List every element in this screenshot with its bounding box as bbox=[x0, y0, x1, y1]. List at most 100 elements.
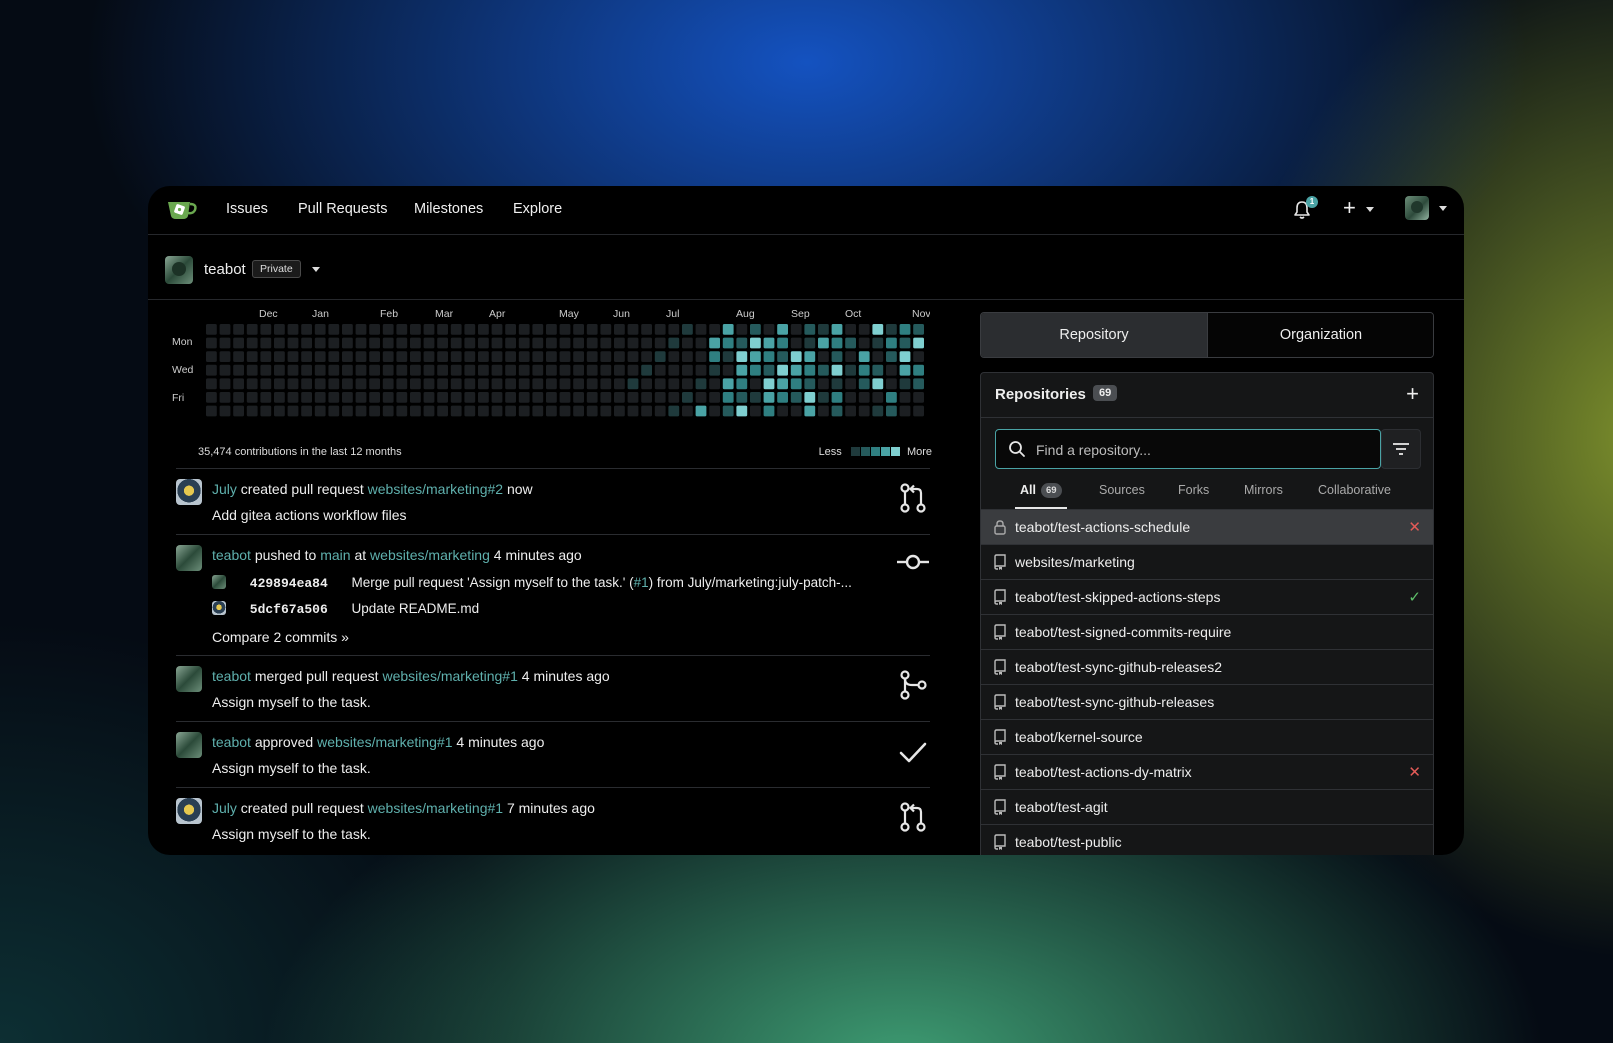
commit-sha-link[interactable]: 429894ea84 bbox=[250, 576, 328, 591]
commit-sha-link[interactable]: 5dcf67a506 bbox=[250, 602, 328, 617]
filter-tab-all[interactable]: All 69 bbox=[1020, 483, 1062, 498]
nav-milestones[interactable]: Milestones bbox=[414, 201, 483, 217]
target-link[interactable]: websites/marketing#1 bbox=[368, 800, 503, 816]
heatmap-cell bbox=[423, 351, 435, 362]
repo-item[interactable]: teabot/test-actions-schedule ✕ bbox=[981, 509, 1433, 544]
action-text: merged pull request bbox=[254, 668, 379, 684]
repo-item[interactable]: teabot/test-signed-commits-require bbox=[981, 614, 1433, 649]
heatmap-cell bbox=[532, 392, 544, 403]
commit-row: 5dcf67a506 Update README.md bbox=[212, 601, 479, 617]
filter-tab-mirrors[interactable]: Mirrors bbox=[1244, 483, 1283, 497]
heatmap-cell bbox=[804, 405, 816, 417]
heatmap-cell bbox=[804, 364, 816, 376]
avatar[interactable] bbox=[176, 545, 202, 571]
heatmap-cell bbox=[287, 324, 299, 335]
target-link[interactable]: websites/marketing#1 bbox=[317, 734, 452, 750]
heatmap-cell bbox=[546, 364, 557, 376]
chevron-down-icon[interactable] bbox=[312, 267, 320, 272]
repo-item[interactable]: teabot/test-sync-github-releases2 bbox=[981, 649, 1433, 684]
heatmap-cell bbox=[886, 405, 897, 417]
repo-icon bbox=[994, 729, 1006, 745]
month-label: May bbox=[559, 308, 579, 320]
heatmap-cell bbox=[668, 378, 680, 390]
heatmap-cell bbox=[722, 378, 734, 390]
avatar[interactable] bbox=[176, 798, 202, 824]
user-menu-button[interactable] bbox=[1405, 196, 1449, 224]
heatmap-cell bbox=[858, 337, 870, 349]
private-badge: Private bbox=[252, 260, 301, 278]
heatmap-cell bbox=[478, 378, 489, 390]
avatar[interactable] bbox=[176, 479, 202, 505]
repo-item[interactable]: teabot/kernel-source bbox=[981, 719, 1433, 754]
search-input[interactable] bbox=[1034, 438, 1368, 462]
heatmap-cell bbox=[627, 364, 639, 376]
target-link[interactable]: websites/marketing#1 bbox=[382, 668, 517, 684]
target-link[interactable]: websites/marketing bbox=[370, 547, 490, 563]
pr-ref-link[interactable]: #1 bbox=[634, 575, 649, 590]
heatmap-cell bbox=[886, 324, 897, 335]
feed-detail-link[interactable]: Assign myself to the task. bbox=[212, 760, 371, 776]
nav-issues[interactable]: Issues bbox=[226, 201, 268, 217]
action-text: created pull request bbox=[240, 800, 364, 816]
actor-link[interactable]: teabot bbox=[212, 734, 251, 750]
heatmap-cell bbox=[233, 324, 244, 335]
timestamp: 4 minutes ago bbox=[521, 668, 610, 684]
avatar[interactable] bbox=[176, 732, 202, 758]
branch-link[interactable]: main bbox=[320, 547, 350, 563]
actor-link[interactable]: July bbox=[212, 481, 237, 497]
create-menu-button[interactable]: + bbox=[1343, 196, 1379, 224]
nav-explore[interactable]: Explore bbox=[513, 201, 562, 217]
heatmap-cell bbox=[763, 364, 775, 376]
heatmap-cell bbox=[804, 324, 816, 335]
heatmap-cell bbox=[872, 364, 884, 376]
heatmap-cell bbox=[355, 337, 367, 349]
target-link[interactable]: websites/marketing#2 bbox=[368, 481, 503, 497]
heatmap-cell bbox=[396, 378, 408, 390]
heatmap-cell bbox=[695, 378, 707, 390]
heatmap-cell bbox=[274, 405, 285, 417]
filter-tab-collaborative[interactable]: Collaborative bbox=[1318, 483, 1391, 497]
filter-tab-sources[interactable]: Sources bbox=[1099, 483, 1145, 497]
filter-button[interactable] bbox=[1381, 429, 1421, 469]
heatmap-cell bbox=[872, 405, 884, 417]
heatmap-cell bbox=[342, 405, 353, 417]
heatmap-cell bbox=[369, 351, 380, 362]
heatmap-cell bbox=[654, 378, 666, 390]
heatmap-cell bbox=[546, 405, 557, 417]
gitea-logo-icon[interactable] bbox=[166, 196, 198, 222]
notifications-button[interactable]: 1 bbox=[1291, 196, 1319, 224]
actor-link[interactable]: July bbox=[212, 800, 237, 816]
repo-item[interactable]: teabot/test-skipped-actions-steps ✓ bbox=[981, 579, 1433, 614]
heatmap-cell bbox=[274, 364, 285, 376]
add-repository-button[interactable]: + bbox=[1406, 381, 1419, 407]
heatmap-cell bbox=[328, 364, 340, 376]
repo-item[interactable]: websites/marketing bbox=[981, 544, 1433, 579]
heatmap-cell bbox=[423, 405, 435, 417]
nav-pull-requests[interactable]: Pull Requests bbox=[298, 201, 387, 217]
tab-repository[interactable]: Repository bbox=[981, 313, 1207, 357]
actor-link[interactable]: teabot bbox=[212, 668, 251, 684]
compare-commits-link[interactable]: Compare 2 commits » bbox=[212, 629, 349, 645]
heatmap-cell bbox=[899, 378, 911, 390]
heatmap-cell bbox=[260, 405, 272, 417]
heatmap-cell bbox=[437, 405, 448, 417]
heatmap-cell bbox=[260, 351, 272, 362]
actor-link[interactable]: teabot bbox=[212, 547, 251, 563]
repo-item[interactable]: teabot/test-actions-dy-matrix ✕ bbox=[981, 754, 1433, 789]
tab-organization[interactable]: Organization bbox=[1207, 313, 1433, 357]
heatmap-cell bbox=[573, 324, 584, 335]
heatmap-cell bbox=[790, 405, 802, 417]
repo-name: teabot/kernel-source bbox=[1015, 729, 1143, 745]
repo-item[interactable]: teabot/test-agit bbox=[981, 789, 1433, 824]
heatmap-cell bbox=[845, 392, 856, 403]
repo-item[interactable]: teabot/test-sync-github-releases bbox=[981, 684, 1433, 719]
repo-icon bbox=[994, 624, 1006, 640]
heatmap-cell bbox=[722, 324, 734, 335]
avatar[interactable] bbox=[176, 666, 202, 692]
avatar bbox=[1405, 196, 1429, 220]
repository-filter-tabs: All 69 Sources Forks Mirrors Collaborativ… bbox=[981, 477, 1433, 507]
filter-tab-forks[interactable]: Forks bbox=[1178, 483, 1209, 497]
repo-item[interactable]: teabot/test-public bbox=[981, 824, 1433, 855]
heatmap-cell bbox=[777, 337, 788, 349]
context-switcher[interactable]: teabot Private bbox=[148, 235, 1464, 300]
